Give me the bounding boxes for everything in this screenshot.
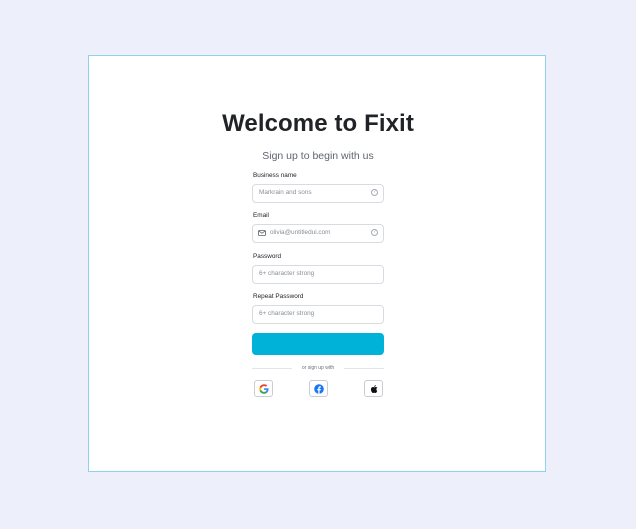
business-name-field[interactable]: Markrain and sons ? bbox=[252, 184, 384, 203]
page-title: Welcome to Fixit bbox=[222, 110, 414, 137]
divider-line-right bbox=[344, 368, 384, 369]
mail-icon bbox=[258, 230, 266, 236]
business-name-placeholder: Markrain and sons bbox=[259, 189, 312, 196]
divider-text: or sign up with bbox=[301, 365, 335, 371]
help-icon[interactable]: ? bbox=[371, 229, 378, 236]
signup-button[interactable] bbox=[252, 333, 384, 355]
repeat-password-field[interactable]: 6+ character strong bbox=[252, 305, 384, 324]
apple-icon bbox=[370, 385, 378, 393]
password-placeholder: 6+ character strong bbox=[259, 270, 315, 277]
help-icon[interactable]: ? bbox=[371, 189, 378, 196]
facebook-signup-button[interactable] bbox=[309, 380, 328, 397]
password-label: Password bbox=[253, 253, 282, 260]
apple-signup-button[interactable] bbox=[364, 380, 383, 397]
email-placeholder: olivia@untitledui.com bbox=[270, 229, 331, 236]
google-icon bbox=[259, 384, 269, 394]
repeat-password-placeholder: 6+ character strong bbox=[259, 310, 315, 317]
email-label: Email bbox=[253, 212, 269, 219]
password-field[interactable]: 6+ character strong bbox=[252, 265, 384, 284]
google-signup-button[interactable] bbox=[254, 380, 273, 397]
repeat-password-label: Repeat Password bbox=[253, 293, 304, 300]
page-subtitle: Sign up to begin with us bbox=[262, 150, 374, 162]
business-name-label: Business name bbox=[253, 172, 297, 179]
facebook-icon bbox=[314, 384, 324, 394]
email-field[interactable]: olivia@untitledui.com ? bbox=[252, 224, 384, 243]
divider-line-left bbox=[252, 368, 292, 369]
